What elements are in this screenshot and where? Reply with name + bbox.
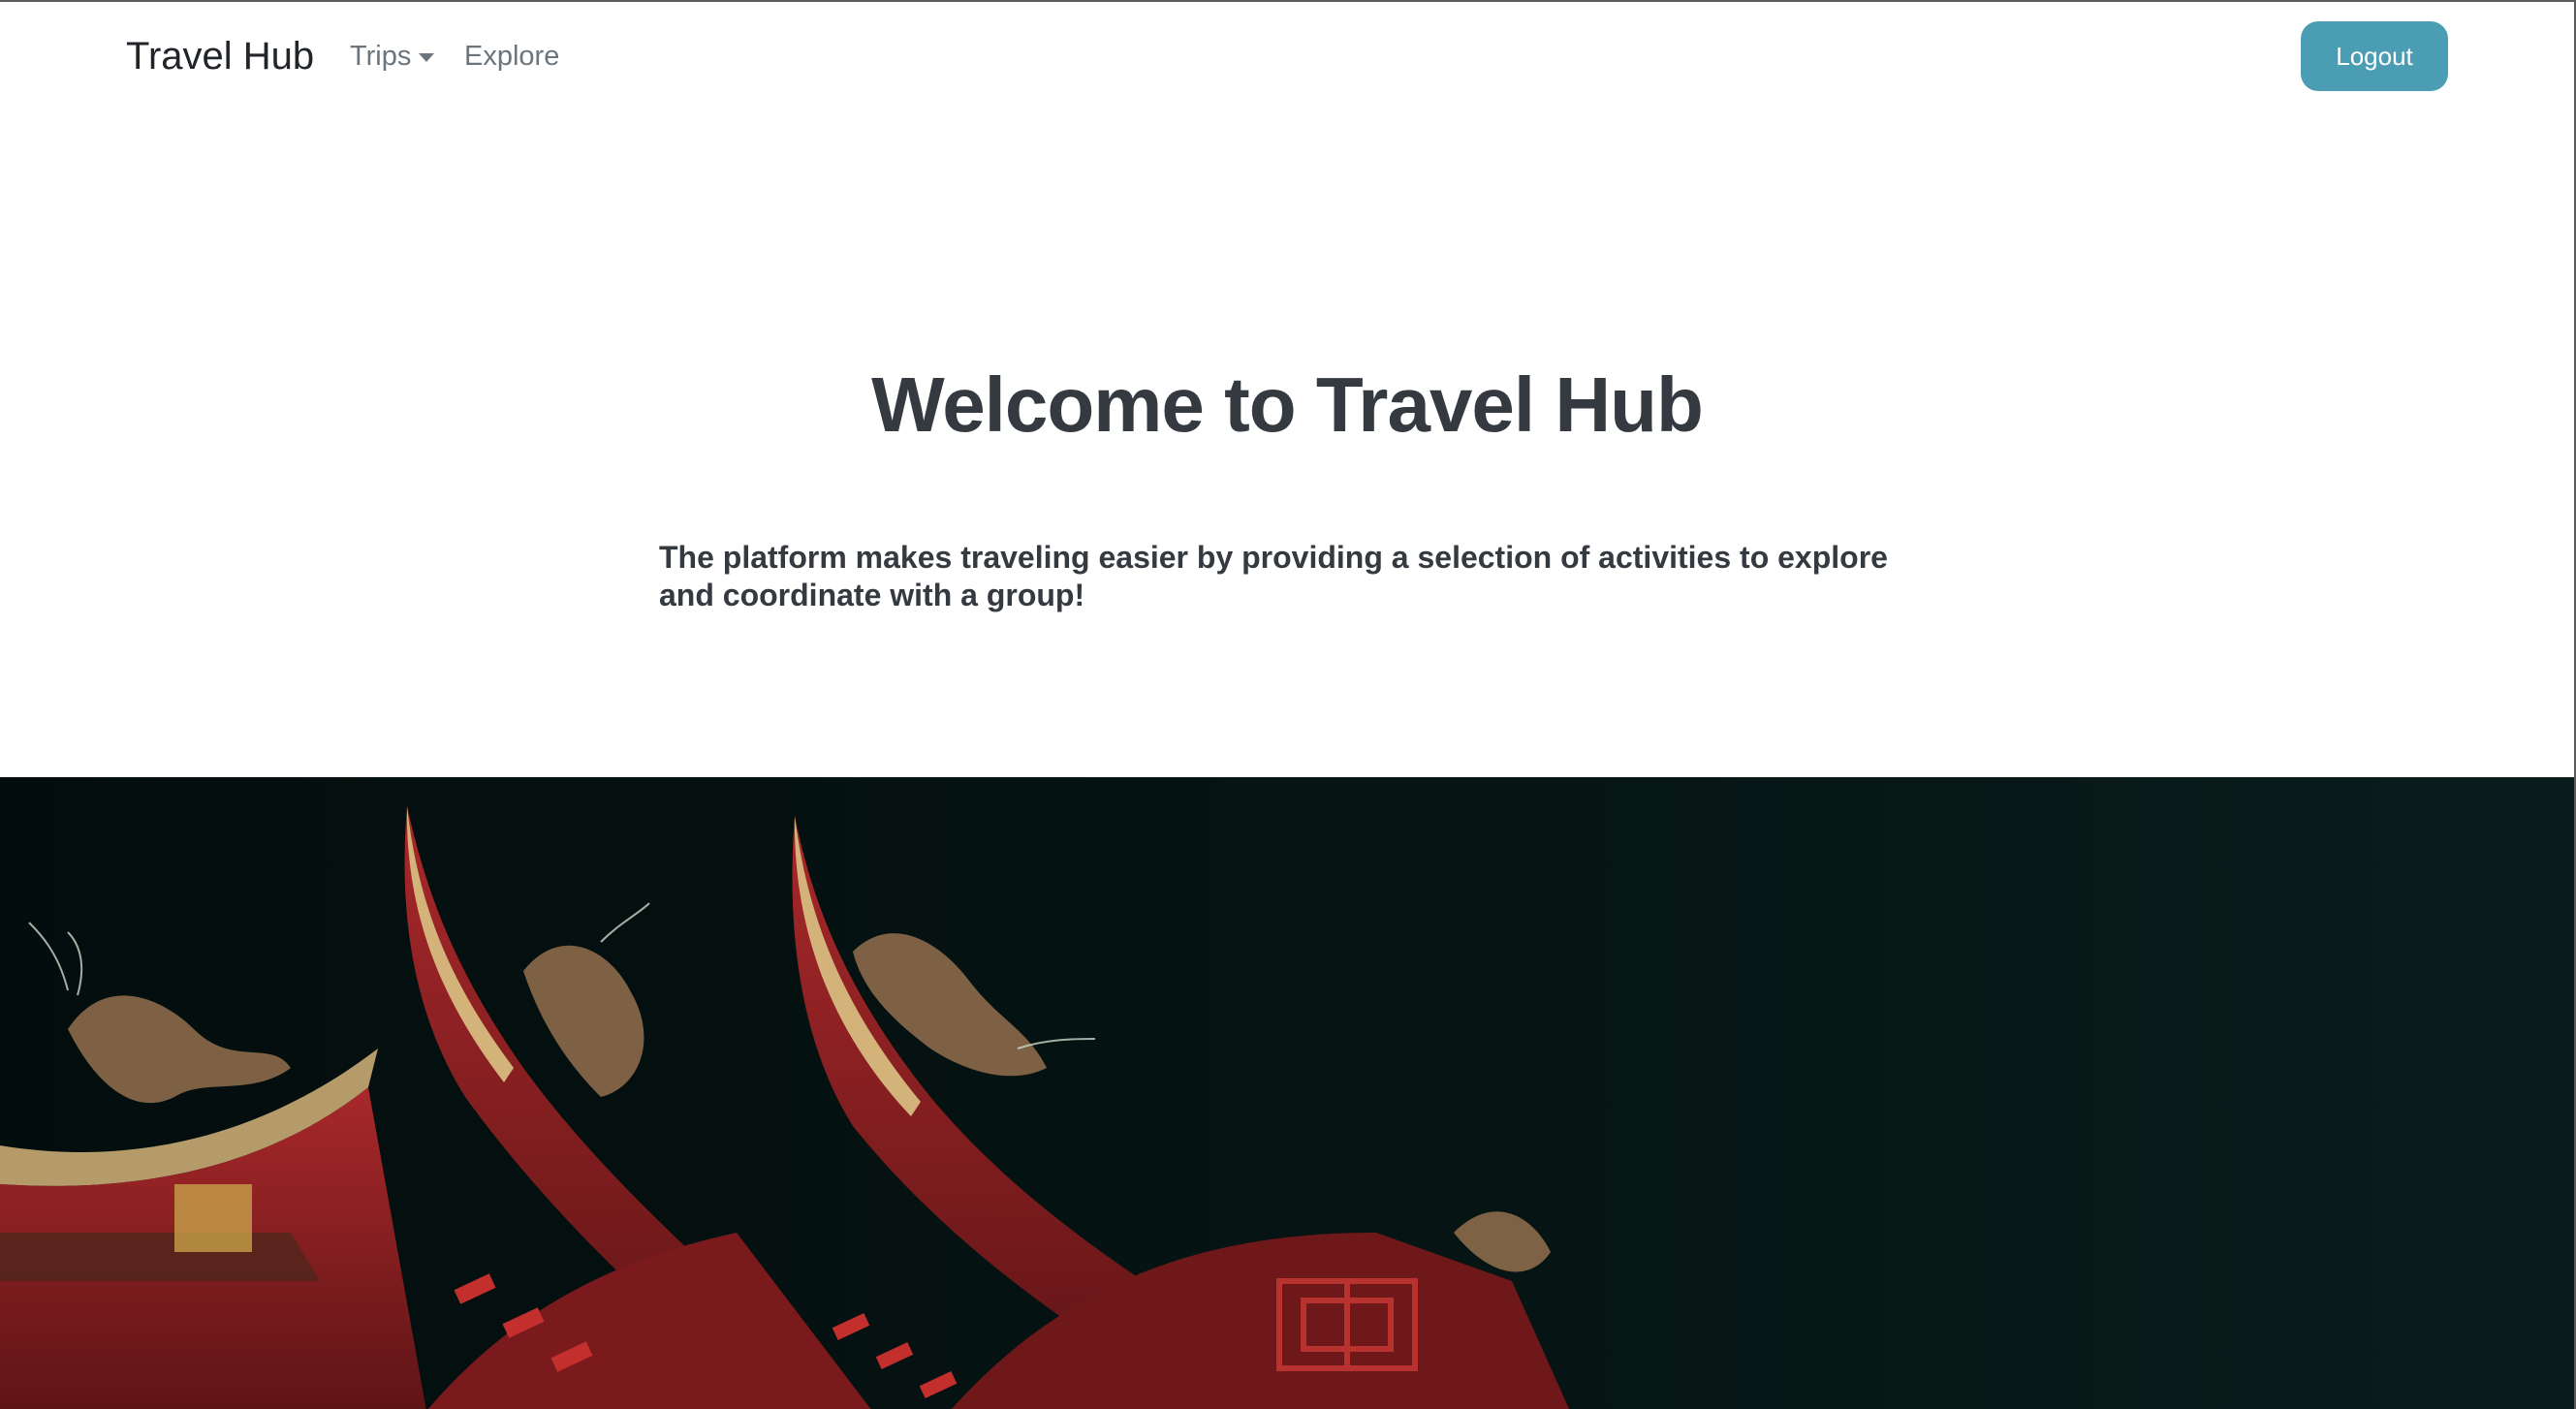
nav-trips-dropdown[interactable]: Trips [350,37,435,76]
top-navbar: Travel Hub Trips Explore Logout [0,2,2574,110]
logout-button[interactable]: Logout [2301,21,2448,91]
temple-roof-image [0,777,2574,1409]
chevron-down-icon [419,52,435,62]
page-title: Welcome to Travel Hub [871,361,1704,448]
nav-explore-link[interactable]: Explore [464,37,559,76]
brand-link[interactable]: Travel Hub [126,31,314,81]
page: Travel Hub Trips Explore Logout Welcome … [0,0,2576,1409]
nav-trips-label: Trips [350,41,412,72]
temple-roof-photo [0,777,2574,1409]
hero-subtitle: The platform makes traveling easier by p… [659,540,1888,612]
